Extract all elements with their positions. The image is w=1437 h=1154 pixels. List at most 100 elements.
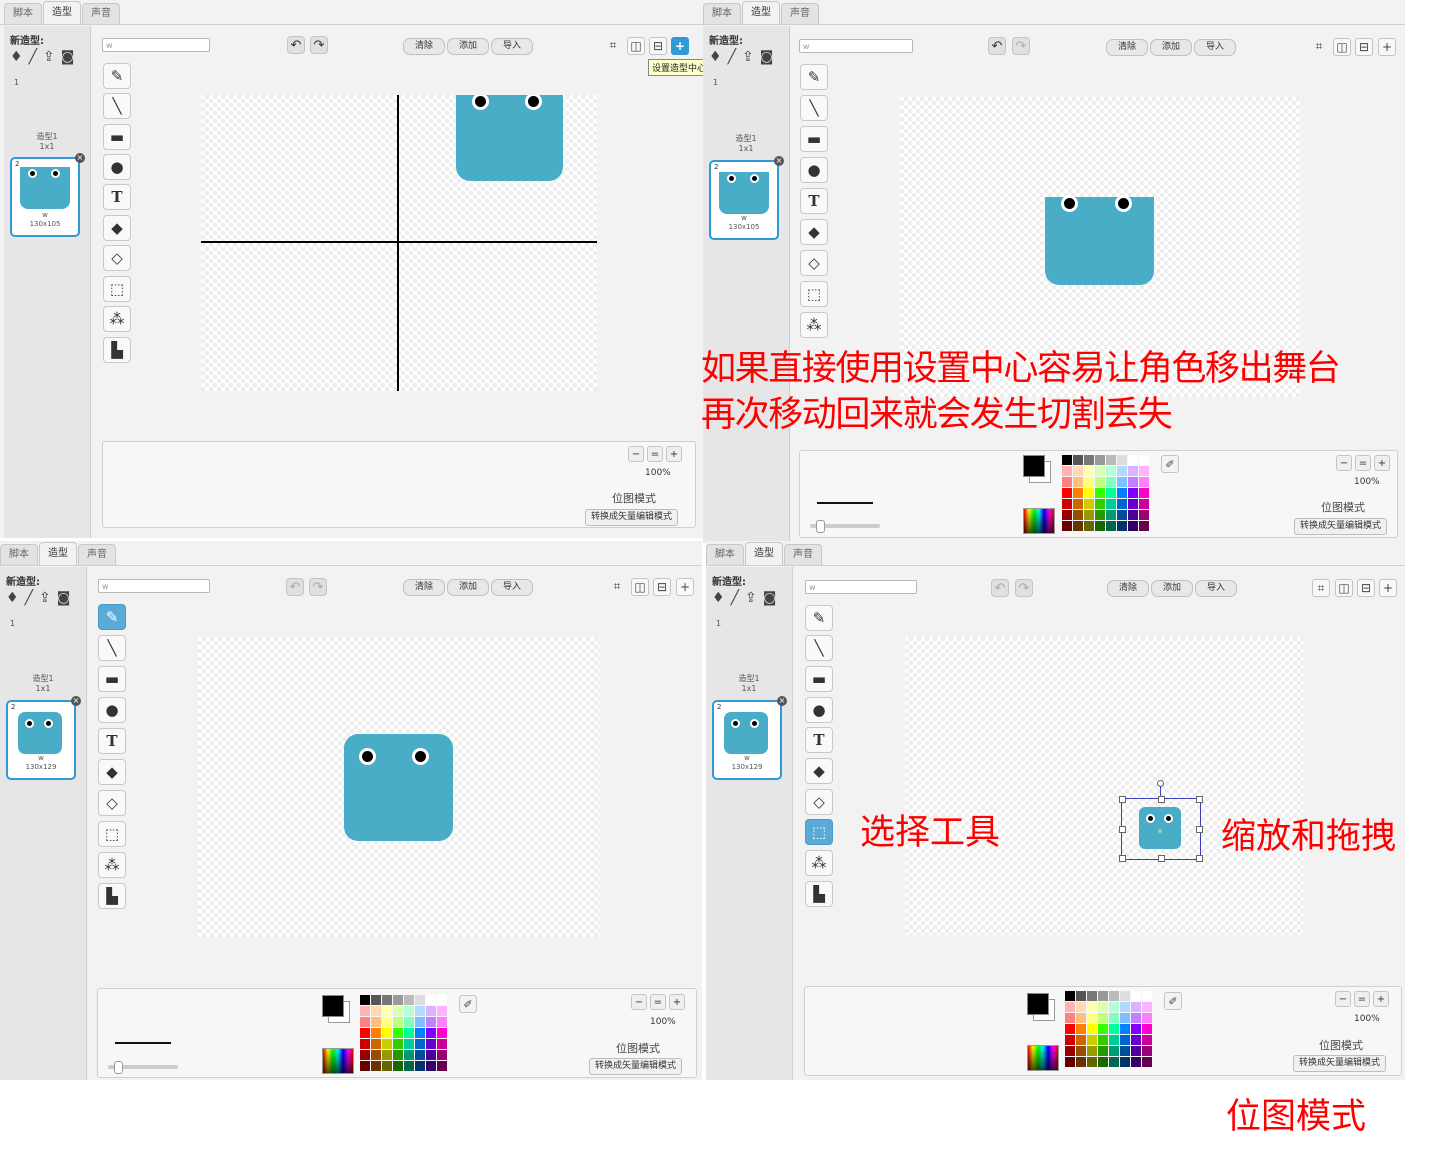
set-center-icon[interactable]: +: [1378, 38, 1396, 56]
add-button[interactable]: 添加: [1151, 580, 1193, 597]
select-tool[interactable]: ⬚: [103, 276, 131, 302]
flip-vertical-icon[interactable]: ⊟: [649, 37, 667, 55]
set-center-icon[interactable]: +: [1379, 579, 1397, 597]
resize-handle[interactable]: [1196, 826, 1203, 833]
rectangle-tool[interactable]: ▬: [800, 126, 828, 152]
resize-handle[interactable]: [1196, 796, 1203, 803]
brush-tool[interactable]: ✎: [98, 604, 126, 630]
stamp-tool[interactable]: ▙: [103, 337, 131, 363]
zoom-in-icon[interactable]: +: [1374, 455, 1390, 471]
palette-swatch[interactable]: [382, 1061, 392, 1071]
palette-swatch[interactable]: [1062, 466, 1072, 476]
palette-swatch[interactable]: [1087, 1046, 1097, 1056]
palette-swatch[interactable]: [1076, 1013, 1086, 1023]
zoom-out-icon[interactable]: −: [631, 994, 647, 1010]
palette-swatch[interactable]: [1106, 466, 1116, 476]
palette-swatch[interactable]: [1109, 1024, 1119, 1034]
primary-color-swatch[interactable]: [322, 995, 344, 1017]
paint-sprite-icon[interactable]: ♦: [709, 50, 722, 64]
palette-swatch[interactable]: [1098, 1057, 1108, 1067]
upload-icon[interactable]: ⇪: [745, 591, 757, 605]
palette-swatch[interactable]: [1095, 521, 1105, 531]
brush-tool[interactable]: ✎: [800, 64, 828, 90]
text-tool[interactable]: T: [98, 728, 126, 754]
palette-swatch[interactable]: [1109, 1002, 1119, 1012]
palette-swatch[interactable]: [360, 1028, 370, 1038]
palette-swatch[interactable]: [437, 1050, 447, 1060]
convert-vector-button[interactable]: 转换成矢量编辑模式: [589, 1058, 683, 1075]
delete-costume-icon[interactable]: ×: [75, 153, 85, 163]
palette-swatch[interactable]: [393, 1039, 403, 1049]
palette-swatch[interactable]: [426, 1050, 436, 1060]
zoom-in-icon[interactable]: +: [1373, 991, 1389, 1007]
palette-swatch[interactable]: [1073, 466, 1083, 476]
palette-swatch[interactable]: [1076, 1035, 1086, 1045]
flip-horizontal-icon[interactable]: ◫: [627, 37, 645, 55]
delete-costume-icon[interactable]: ×: [71, 696, 81, 706]
palette-swatch[interactable]: [1087, 1002, 1097, 1012]
fill-tool[interactable]: ◆: [805, 758, 833, 784]
palette-swatch[interactable]: [360, 1061, 370, 1071]
select-tool[interactable]: ⬚: [800, 281, 828, 307]
palette-swatch[interactable]: [426, 1028, 436, 1038]
add-button[interactable]: 添加: [447, 38, 489, 55]
palette-swatch[interactable]: [382, 995, 392, 1005]
eyedropper-icon[interactable]: ✐: [1164, 992, 1182, 1010]
palette-swatch[interactable]: [382, 1006, 392, 1016]
palette-swatch[interactable]: [1095, 510, 1105, 520]
resize-handle[interactable]: [1119, 826, 1126, 833]
palette-swatch[interactable]: [1073, 455, 1083, 465]
redo-button[interactable]: ↷: [1012, 37, 1030, 55]
palette-swatch[interactable]: [1120, 1002, 1130, 1012]
flip-horizontal-icon[interactable]: ◫: [1335, 579, 1353, 597]
palette-swatch[interactable]: [1065, 1002, 1075, 1012]
palette-swatch[interactable]: [437, 995, 447, 1005]
palette-swatch[interactable]: [1142, 1057, 1152, 1067]
palette-swatch[interactable]: [426, 1017, 436, 1027]
flip-vertical-icon[interactable]: ⊟: [653, 578, 671, 596]
tab-costumes[interactable]: 造型: [39, 542, 77, 565]
palette-swatch[interactable]: [415, 1017, 425, 1027]
tab-sounds[interactable]: 声音: [78, 544, 116, 565]
resize-handle[interactable]: [1196, 855, 1203, 862]
palette-swatch[interactable]: [404, 1061, 414, 1071]
palette-swatch[interactable]: [1065, 1013, 1075, 1023]
palette-swatch[interactable]: [1131, 1046, 1141, 1056]
eyedropper-icon[interactable]: ✐: [459, 995, 477, 1013]
palette-swatch[interactable]: [393, 1017, 403, 1027]
palette-swatch[interactable]: [1128, 477, 1138, 487]
palette-swatch[interactable]: [1106, 488, 1116, 498]
convert-vector-button[interactable]: 转换成矢量编辑模式: [1293, 1055, 1387, 1072]
tab-scripts[interactable]: 脚本: [703, 3, 741, 24]
resize-handle[interactable]: [1158, 796, 1165, 803]
palette-swatch[interactable]: [404, 1017, 414, 1027]
palette-swatch[interactable]: [1142, 1013, 1152, 1023]
import-button[interactable]: 导入: [491, 579, 533, 596]
palette-swatch[interactable]: [415, 1050, 425, 1060]
palette-swatch[interactable]: [1139, 477, 1149, 487]
palette-swatch[interactable]: [1109, 1035, 1119, 1045]
palette-swatch[interactable]: [1139, 455, 1149, 465]
palette-swatch[interactable]: [404, 1050, 414, 1060]
palette-swatch[interactable]: [1106, 477, 1116, 487]
palette-swatch[interactable]: [415, 995, 425, 1005]
palette-swatch[interactable]: [404, 1006, 414, 1016]
resize-handle[interactable]: [1119, 855, 1126, 862]
ellipse-tool[interactable]: ●: [98, 697, 126, 723]
pencil-icon[interactable]: ╱: [731, 591, 739, 605]
palette-swatch[interactable]: [1128, 488, 1138, 498]
palette-swatch[interactable]: [1073, 521, 1083, 531]
import-button[interactable]: 导入: [1195, 580, 1237, 597]
clear-button[interactable]: 清除: [1107, 580, 1149, 597]
camera-icon[interactable]: ◙: [763, 591, 777, 605]
palette-swatch[interactable]: [1106, 499, 1116, 509]
palette-swatch[interactable]: [404, 1028, 414, 1038]
palette-swatch[interactable]: [1120, 1024, 1130, 1034]
palette-swatch[interactable]: [1084, 521, 1094, 531]
palette-swatch[interactable]: [1120, 1013, 1130, 1023]
line-tool[interactable]: ╲: [98, 635, 126, 661]
zoom-in-icon[interactable]: +: [669, 994, 685, 1010]
add-button[interactable]: 添加: [1150, 39, 1192, 56]
set-center-icon[interactable]: +: [671, 37, 689, 55]
paint-canvas[interactable]: [905, 637, 1303, 935]
